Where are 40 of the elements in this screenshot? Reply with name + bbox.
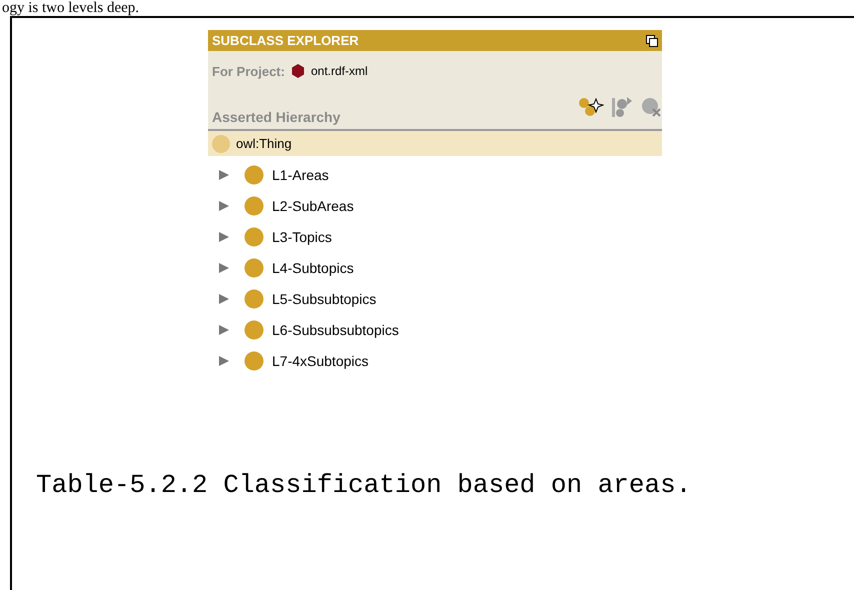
figure-caption: Table-5.2.2 Classification based on areas.	[36, 470, 692, 500]
hexagon-icon	[290, 64, 305, 78]
class-label: L7-4xSubtopics	[272, 352, 369, 368]
tree-item[interactable]: L3-Topics	[218, 221, 336, 252]
expand-arrow-icon[interactable]	[218, 292, 230, 304]
class-icon	[244, 164, 264, 184]
class-icon	[244, 196, 264, 216]
expand-arrow-icon[interactable]	[218, 230, 230, 242]
tree-item[interactable]: L4-Subtopics	[218, 252, 358, 283]
tree-item[interactable]: L6-Subsubsubtopics	[218, 314, 403, 345]
class-label: L6-Subsubsubtopics	[272, 322, 399, 338]
expand-arrow-icon[interactable]	[218, 168, 230, 180]
class-icon	[244, 288, 264, 308]
tree-item[interactable]: L5-Subsubtopics	[218, 283, 380, 314]
class-label: L2-SubAreas	[272, 198, 354, 214]
expand-arrow-icon[interactable]	[218, 200, 230, 212]
expand-arrow-icon[interactable]	[218, 262, 230, 274]
expand-arrow-icon[interactable]	[218, 324, 230, 336]
project-name: ont.rdf-xml	[310, 64, 368, 78]
class-label: L3-Topics	[272, 228, 332, 244]
class-label: L5-Subsubtopics	[272, 290, 376, 306]
class-label: L1-Areas	[272, 166, 329, 182]
expand-arrow-icon[interactable]	[218, 354, 230, 366]
body-text: ogy is two levels deep.	[1, 0, 140, 16]
class-icon	[244, 320, 264, 340]
panel-title: SUBCLASS EXPLORER	[212, 33, 359, 48]
class-icon	[244, 350, 264, 370]
project-label: For Project:	[212, 64, 285, 78]
delete-class-icon[interactable]	[640, 96, 662, 118]
tree-item[interactable]: L1-Areas	[218, 159, 333, 190]
add-sibling-icon[interactable]	[610, 95, 634, 119]
class-label: L4-Subtopics	[272, 260, 354, 276]
class-icon	[244, 258, 264, 278]
restore-icon[interactable]	[646, 34, 658, 46]
hierarchy-label: Asserted Hierarchy	[212, 109, 340, 127]
add-subclass-icon[interactable]	[578, 96, 604, 118]
tree-item[interactable]: L2-SubAreas	[218, 190, 358, 221]
tree-item[interactable]: L7-4xSubtopics	[218, 345, 373, 376]
tree-root-item[interactable]: owl:Thing	[208, 131, 662, 156]
class-icon	[244, 226, 264, 246]
